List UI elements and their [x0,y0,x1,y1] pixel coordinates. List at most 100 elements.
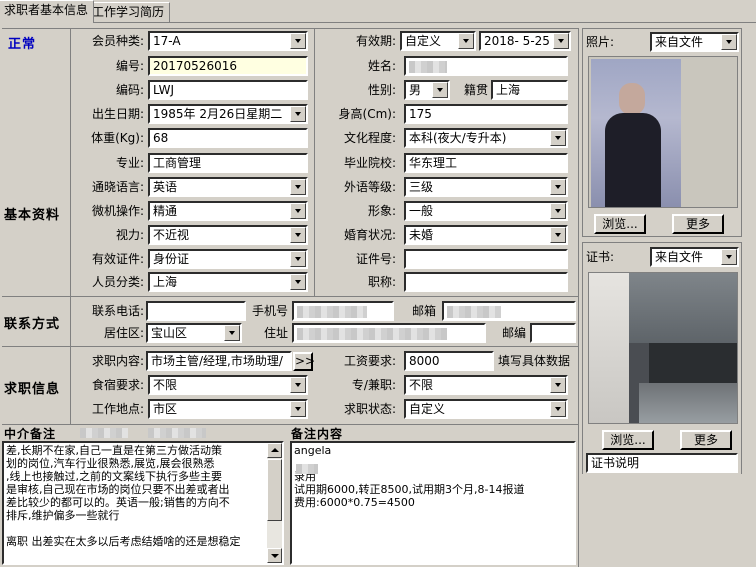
note-textarea[interactable]: angela 录用 试用期6000,转正8500,试用期3个月,8-14报道 费用:6… [290,441,576,565]
cert-more-button[interactable]: 更多 [680,430,732,450]
computer-label: 微机操作: [91,204,144,218]
agent-note-textarea[interactable]: 差,长期不在家,自己一直是在第三方做活动策 划的岗位,汽车行业很熟悉,展览,展会很… [2,441,284,565]
chevron-down-icon[interactable] [290,377,306,393]
chevron-down-icon[interactable] [290,179,306,195]
education-select[interactable]: 本科(夜大/专升本) [404,128,568,148]
chevron-down-icon[interactable] [550,377,566,393]
education-label: 文化程度: [343,131,396,145]
birth-date-picker[interactable]: 1985年 2月26日星期二 [148,104,308,124]
gender-select[interactable]: 男 [404,80,450,100]
chevron-down-icon[interactable] [550,203,566,219]
cert-description-field[interactable]: 证书说明 [586,453,738,473]
chevron-down-icon[interactable] [290,251,306,267]
chevron-down-icon[interactable] [224,325,240,341]
number-field[interactable]: 20170526016 [148,56,308,76]
tab-work-resume[interactable]: 工作学习简历 [86,2,171,23]
height-field[interactable]: 175 [404,104,568,124]
chevron-down-icon[interactable] [550,401,566,417]
native-field[interactable]: 上海 [491,80,568,100]
fulltime-select[interactable]: 不限 [404,375,568,395]
appearance-select[interactable]: 一般 [404,201,568,221]
chevron-down-icon[interactable] [550,179,566,195]
agent-note-line [6,522,264,535]
chevron-down-icon[interactable] [550,130,566,146]
district-select[interactable]: 宝山区 [146,323,242,343]
scroll-up-icon[interactable] [267,443,282,458]
tab-basic-info[interactable]: 求职者基本信息 [0,0,95,23]
category-value: 上海 [153,275,178,289]
email-field[interactable] [442,301,576,321]
cert-source-select[interactable]: 来自文件 [650,247,739,267]
location-value: 市区 [153,402,178,416]
chevron-down-icon[interactable] [721,34,737,50]
chevron-down-icon[interactable] [290,33,306,49]
weight-field[interactable]: 68 [148,128,308,148]
agent-note-line: 是审核,自己现在市场的岗位只要不出差或者出 [6,483,230,496]
district-value: 宝山区 [151,326,188,340]
major-label: 专业: [115,156,144,170]
photo-frame-bottom [582,236,742,237]
tab-divider [0,22,756,23]
scroll-down-icon[interactable] [267,548,282,563]
language-select[interactable]: 英语 [148,177,308,197]
photo-more-button[interactable]: 更多 [672,214,724,234]
job-content-more-button[interactable]: >> [293,352,315,371]
title-field[interactable] [404,272,568,292]
gender-label: 性别: [367,83,396,97]
validity-mode-select[interactable]: 自定义 [400,31,476,51]
agent-note-scrollbar[interactable] [267,443,282,563]
photo-label: 照片: [586,35,615,49]
address-field[interactable] [292,323,486,343]
board-select[interactable]: 不限 [148,375,308,395]
validity-date-picker[interactable]: 2018- 5-25 [479,31,571,51]
language-level-select[interactable]: 三级 [404,177,568,197]
redacted-block [447,305,501,318]
phone-field[interactable] [146,301,246,321]
scroll-thumb[interactable] [267,459,282,521]
language-value: 英语 [153,180,178,194]
marriage-select[interactable]: 未婚 [404,225,568,245]
code-label: 编码: [115,83,144,97]
redacted-block [148,428,206,438]
language-label: 通晓语言: [91,180,144,194]
note-line: 费用:6000*0.75=4500 [294,496,415,509]
chevron-down-icon[interactable] [458,33,474,49]
chevron-down-icon[interactable] [290,203,306,219]
chevron-down-icon[interactable] [721,249,737,265]
validity-mode-value: 自定义 [405,34,442,48]
redacted-block [297,305,367,318]
chevron-down-icon[interactable] [550,227,566,243]
member-type-select[interactable]: 17-A [148,31,308,51]
cert-no-field[interactable] [404,249,568,269]
name-field[interactable] [404,56,568,76]
photo-frame-top [582,28,742,29]
school-field[interactable]: 华东理工 [404,153,568,173]
mobile-field[interactable] [292,301,394,321]
chevron-down-icon[interactable] [290,274,306,290]
chevron-down-icon[interactable] [553,33,569,49]
chevron-down-icon[interactable] [290,227,306,243]
note-line: 录用 [294,470,316,483]
id-doc-select[interactable]: 身份证 [148,249,308,269]
major-field[interactable]: 工商管理 [148,153,308,173]
postcode-field[interactable] [530,323,576,343]
divider-basic-contact [2,296,578,297]
cert-browse-button[interactable]: 浏览... [602,430,654,450]
photo-browse-button[interactable]: 浏览... [594,214,646,234]
job-content-field[interactable]: 市场主管/经理,市场助理/ [146,351,292,371]
fulltime-label: 专/兼职: [351,378,396,392]
salary-field[interactable]: 8000 [404,351,494,371]
location-select[interactable]: 市区 [148,399,308,419]
appearance-value: 一般 [409,204,434,218]
category-select[interactable]: 上海 [148,272,308,292]
job-status-select[interactable]: 自定义 [404,399,568,419]
computer-select[interactable]: 精通 [148,201,308,221]
chevron-down-icon[interactable] [432,82,448,98]
chevron-down-icon[interactable] [290,106,306,122]
email-label: 邮箱 [411,304,436,318]
vision-select[interactable]: 不近视 [148,225,308,245]
code-field[interactable]: LWJ [148,80,308,100]
chevron-down-icon[interactable] [290,401,306,417]
photo-source-select[interactable]: 来自文件 [650,32,739,52]
cert-source-value: 来自文件 [655,250,704,264]
